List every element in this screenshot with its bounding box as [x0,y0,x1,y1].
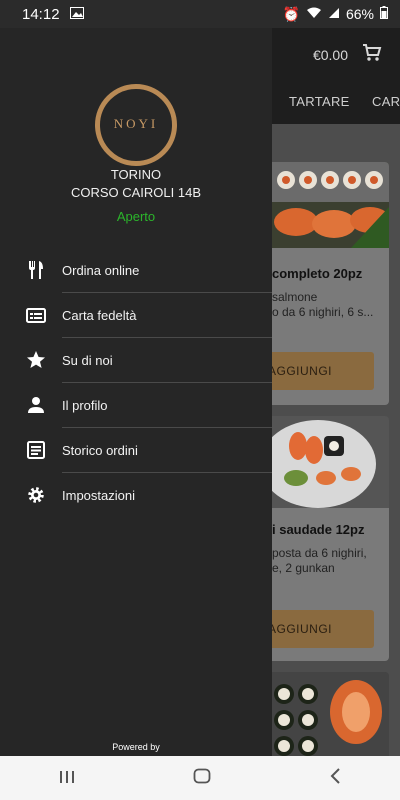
menu-item-label: Ordina online [62,263,140,278]
menu-item-settings[interactable]: Impostazioni [0,473,272,518]
system-nav-bar [0,756,400,800]
add-button[interactable]: AGGIUNGI [256,610,374,648]
recent-apps-button[interactable] [59,768,75,789]
product-image [256,416,389,508]
person-icon [26,395,46,415]
menu-item-order-history[interactable]: Storico ordini [0,428,272,473]
location-city: TORINO [110,167,162,182]
card-icon [26,305,46,325]
product-image [256,162,389,248]
product-desc-line: e, 2 gunkan [272,561,335,575]
gear-icon [26,485,46,505]
tab-tartare[interactable]: TARTARE [289,94,350,109]
wifi-icon [306,6,322,22]
cart-button[interactable]: €0.00 [313,44,382,65]
menu-item-about-us[interactable]: Su di noi [0,338,272,383]
product-desc-line: salmone [272,290,318,304]
tab-carp[interactable]: CARP [372,94,400,109]
menu-item-order-online[interactable]: Ordina online [0,248,272,293]
status-bar: 14:12 ⏰ 66% [0,0,400,28]
battery-icon [380,6,388,22]
powered-by-text: Powered by [112,742,160,752]
back-button[interactable] [329,767,341,789]
signal-icon [328,6,340,22]
cart-icon [362,44,382,65]
home-button[interactable] [193,768,211,789]
product-card[interactable]: i saudade 12pz posta da 6 nighiri, e, 2 … [256,416,389,661]
menu-item-profile[interactable]: Il profilo [0,383,272,428]
receipt-icon [26,440,46,460]
gallery-notification-icon [69,6,84,22]
menu-item-label: Carta fedeltà [62,308,137,323]
product-title: i saudade 12pz [272,522,365,537]
product-desc-line: o da 6 nighiri, 6 s... [272,305,374,319]
battery-percent: 66% [345,6,374,22]
add-button[interactable]: AGGIUNGI [256,352,374,390]
logo-name: NOYI [113,116,159,131]
product-image [256,672,389,756]
product-desc-line: posta da 6 nighiri, [272,546,367,560]
menu-item-label: Storico ordini [62,443,138,458]
menu-item-label: Impostazioni [62,488,135,503]
star-icon [26,350,46,370]
cart-total: €0.00 [312,46,348,63]
alarm-icon: ⏰ [282,5,300,22]
product-card[interactable]: completo 20pz salmone o da 6 nighiri, 6 … [256,162,389,405]
menu-item-label: Su di noi [62,353,113,368]
status-time: 14:12 [22,5,60,23]
menu-item-label: Il profilo [62,398,108,413]
drawer-menu: Ordina online Carta fedeltà Su di noi Il… [0,248,272,518]
product-card[interactable] [256,672,389,756]
location-address: CORSO CAIROLI 14B [70,185,202,200]
open-status: Aperto [116,209,156,224]
product-title: completo 20pz [272,266,363,281]
navigation-drawer: NOYI TORINO CORSO CAIROLI 14B Aperto Ord… [0,28,272,756]
cutlery-icon [26,260,46,280]
restaurant-logo: NOYI [95,84,177,166]
menu-item-loyalty-card[interactable]: Carta fedeltà [0,293,272,338]
